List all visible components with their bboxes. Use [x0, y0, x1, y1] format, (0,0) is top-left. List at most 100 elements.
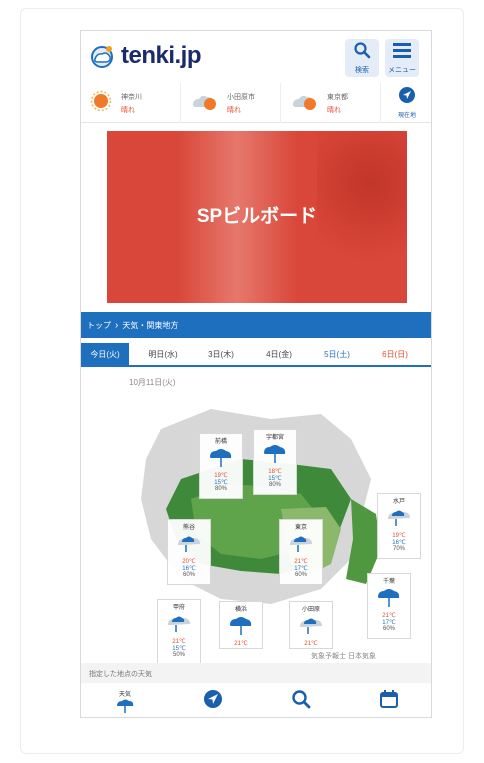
city-low-temp: 16℃: [392, 540, 406, 546]
sun-cloud-icon: [289, 89, 319, 118]
city-card-utsunomiya[interactable]: 宇都宮 18℃ 15℃ 80%: [253, 429, 297, 495]
city-high-temp: 21℃: [382, 613, 396, 619]
city-rain-chance: 80%: [268, 482, 281, 488]
bottom-calendar-button[interactable]: [345, 683, 431, 717]
city-high-temp: 21℃: [304, 641, 318, 647]
tab-day-2[interactable]: 明日(水): [139, 343, 187, 365]
city-rain-chance: 60%: [294, 572, 307, 578]
city-high-temp: 21℃: [172, 639, 186, 645]
breadcrumb-home[interactable]: トップ: [87, 320, 111, 331]
tab-day-1[interactable]: 今日(火): [81, 343, 129, 365]
strip-item-3-title: 東京都: [327, 93, 348, 101]
tab-day-4[interactable]: 4日(金): [255, 343, 303, 365]
city-rain-chance: 60%: [182, 572, 195, 578]
breadcrumb: トップ › 天気・関東地方: [81, 312, 431, 338]
city-low-temp: 15℃: [268, 476, 282, 482]
bottom-weather-label: 天気: [118, 692, 131, 698]
strip-item-2[interactable]: 小田原市 晴れ: [181, 83, 281, 123]
current-location-button[interactable]: 現在地: [381, 83, 431, 122]
rain-icon: [230, 617, 252, 635]
strip-item-2-value: 晴れ: [227, 106, 241, 114]
city-card-kofu[interactable]: 甲府 21℃ 15℃ 50%: [157, 599, 201, 665]
cloud-rain-icon: [178, 536, 200, 552]
city-name: 千葉: [382, 579, 395, 585]
city-card-maebashi[interactable]: 前橋 19℃ 15℃ 80%: [199, 433, 243, 499]
logo-cloud-icon: [87, 41, 117, 71]
map-date-caption: 10月11日(火): [129, 378, 176, 387]
city-name: 宇都宮: [265, 435, 284, 441]
mobile-viewport: tenki.jp 検索 メニュー 神奈川 晴れ 小田原市 晴れ 東京都 晴れ 現…: [80, 30, 432, 718]
city-high-temp: 19℃: [392, 533, 406, 539]
strip-item-1[interactable]: 神奈川 晴れ: [81, 83, 181, 123]
tab-day-3[interactable]: 3日(木): [197, 343, 245, 365]
city-rain-chance: 80%: [214, 486, 227, 492]
city-high-temp: 19℃: [214, 473, 228, 479]
bottom-icon-row: 天気: [81, 683, 431, 717]
rain-icon: [378, 589, 400, 607]
cloud-rain-icon: [290, 536, 312, 552]
strip-item-1-value: 晴れ: [121, 106, 135, 114]
hamburger-icon: [392, 41, 412, 64]
rain-icon: [264, 445, 286, 463]
city-high-temp: 21℃: [294, 559, 308, 565]
sun-icon: [89, 89, 113, 118]
city-card-mito[interactable]: 水戸 19℃ 16℃ 70%: [377, 493, 421, 559]
header-search-button[interactable]: 検索: [345, 39, 379, 77]
day-tabs: 今日(火) 明日(水) 3日(木) 4日(金) 5日(土) 6日(日): [81, 343, 431, 367]
sun-cloud-icon: [189, 89, 219, 118]
billboard-title: SPビルボード: [196, 206, 318, 227]
strip-item-1-title: 神奈川: [121, 93, 142, 101]
cloud-rain-icon: [300, 618, 322, 634]
cloud-rain-icon: [388, 510, 410, 526]
city-low-temp: 15℃: [214, 480, 228, 486]
site-logo[interactable]: tenki.jp: [87, 41, 202, 71]
city-low-temp: 17℃: [382, 620, 396, 626]
chevron-right-icon: ›: [115, 319, 119, 331]
location-arrow-icon: [398, 86, 416, 109]
city-name: 水戸: [392, 499, 405, 505]
city-name: 東京: [294, 525, 307, 531]
city-card-chiba[interactable]: 千葉 21℃ 17℃ 60%: [367, 573, 411, 639]
weather-icon: [117, 699, 134, 713]
sp-billboard-ad[interactable]: SPビルボード: [107, 131, 407, 303]
map-source-note: 気象予報士 日本気象: [311, 653, 376, 660]
city-high-temp: 21℃: [234, 641, 248, 647]
search-icon: [353, 41, 371, 64]
breadcrumb-current: 天気・関東地方: [122, 320, 179, 330]
logo-text: tenki.jp: [121, 42, 202, 69]
city-name: 甲府: [172, 605, 185, 611]
city-card-yokohama[interactable]: 横浜 21℃: [219, 601, 263, 649]
calendar-icon: [380, 690, 398, 708]
header-menu-button[interactable]: メニュー: [385, 39, 419, 77]
search-icon: [292, 690, 311, 709]
city-name: 前橋: [214, 439, 227, 445]
city-high-temp: 20℃: [182, 559, 196, 565]
city-card-odawara[interactable]: 小田原 21℃: [289, 601, 333, 649]
tab-day-6[interactable]: 6日(日): [371, 343, 419, 365]
strip-item-3[interactable]: 東京都 晴れ: [281, 83, 381, 123]
weather-map: 前橋 19℃ 15℃ 80% 宇都宮 18℃ 15℃ 80% 水戸 19℃ 16…: [121, 389, 421, 665]
site-header: tenki.jp 検索 メニュー: [81, 31, 431, 83]
menu-label: メニュー: [388, 67, 416, 74]
city-rain-chance: 60%: [382, 626, 395, 632]
city-name: 横浜: [234, 607, 247, 613]
city-card-tokyo[interactable]: 東京 21℃ 17℃ 60%: [279, 519, 323, 585]
city-low-temp: 16℃: [182, 566, 196, 572]
location-icon: [204, 690, 222, 708]
city-low-temp: 15℃: [172, 646, 186, 652]
city-name: 小田原: [301, 607, 320, 613]
city-card-kumagaya[interactable]: 熊谷 20℃ 16℃ 60%: [167, 519, 211, 585]
strip-item-2-title: 小田原市: [227, 93, 255, 101]
strip-item-3-value: 晴れ: [327, 106, 341, 114]
bottom-search-button[interactable]: [257, 683, 345, 717]
current-location-label: 現在地: [397, 113, 416, 119]
search-label: 検索: [355, 67, 369, 74]
bottom-section-label: 指定した地点の天気: [81, 663, 431, 683]
tab-day-5[interactable]: 5日(土): [313, 343, 361, 365]
weather-strip: 神奈川 晴れ 小田原市 晴れ 東京都 晴れ 現在地: [81, 83, 431, 123]
city-high-temp: 18℃: [268, 469, 282, 475]
city-low-temp: 17℃: [294, 566, 308, 572]
bottom-location-button[interactable]: [169, 683, 257, 717]
bottom-weather-button[interactable]: 天気: [81, 683, 169, 717]
rain-icon: [210, 449, 232, 467]
